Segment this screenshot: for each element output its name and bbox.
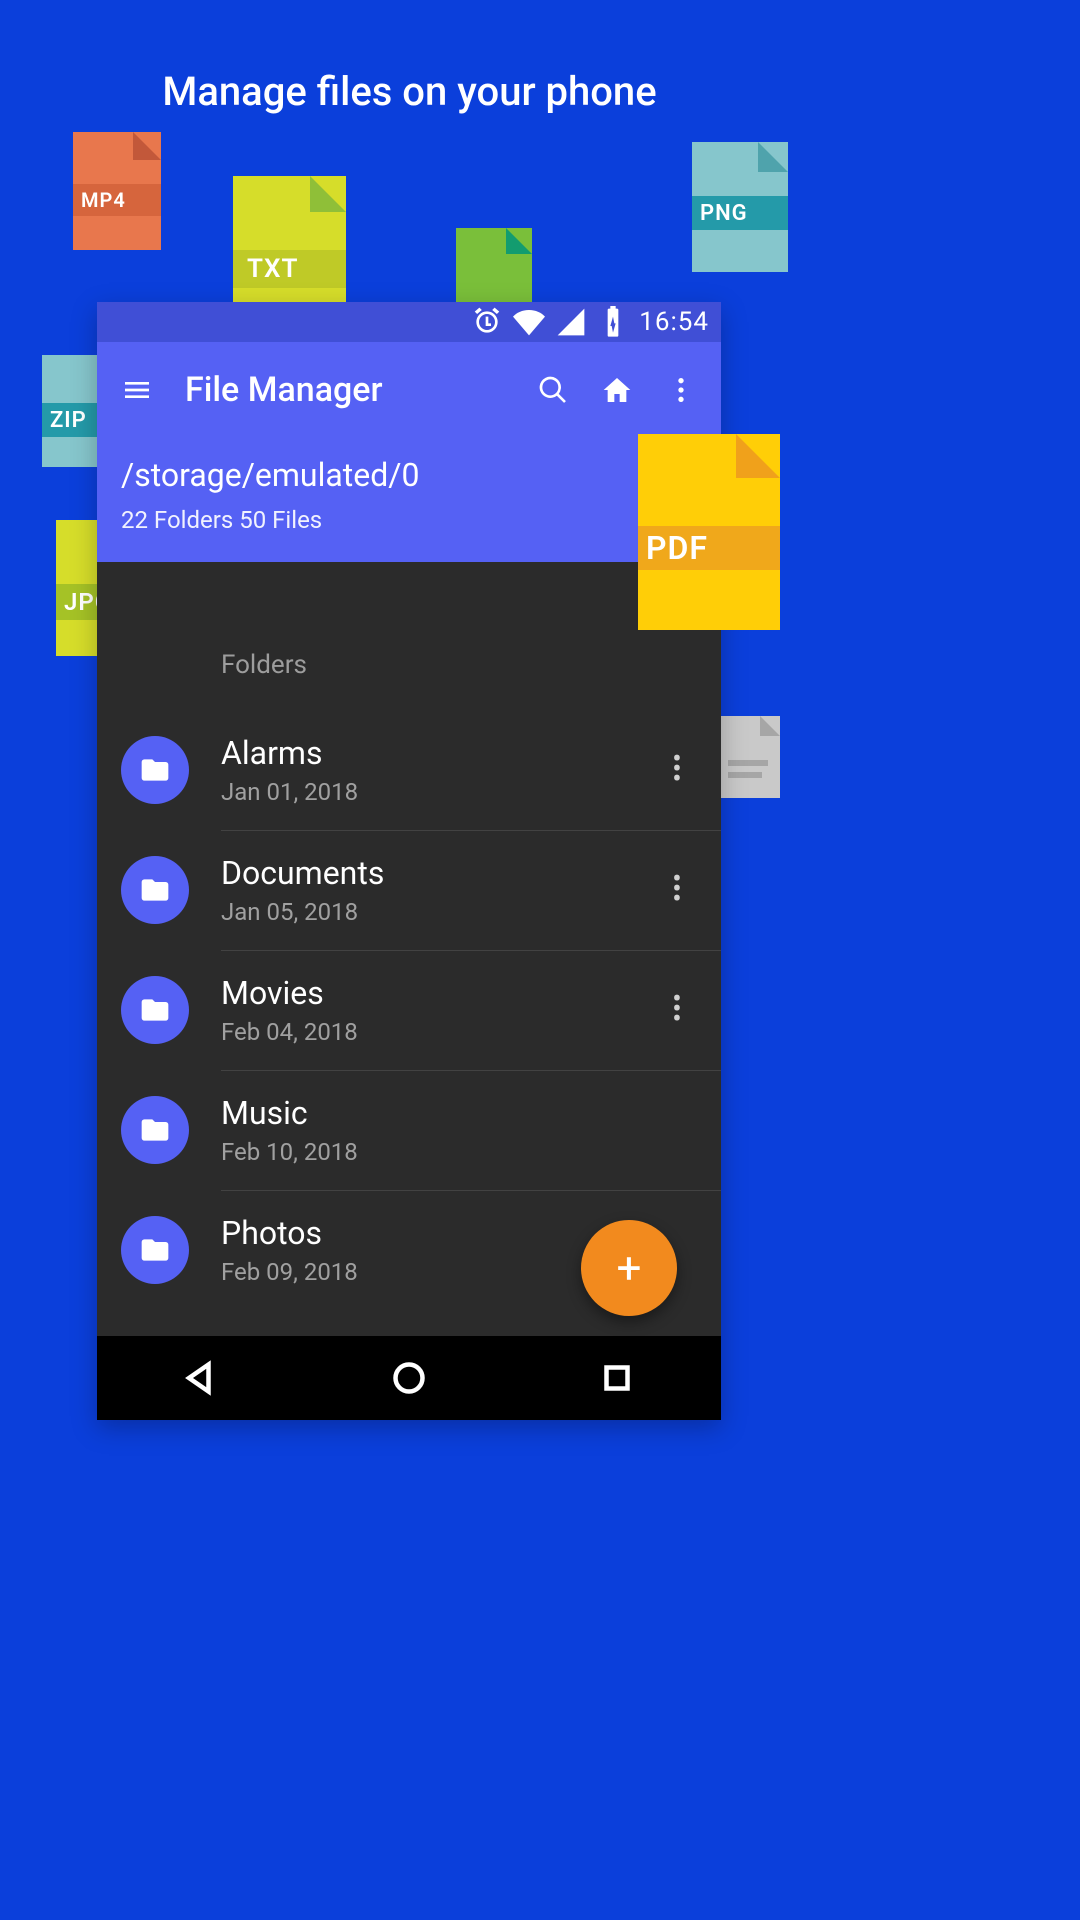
file-badge-label: PNG — [692, 196, 788, 230]
folder-row[interactable]: Alarms Jan 01, 2018 ••• — [97, 710, 721, 830]
file-badge-mp4: MP4 — [73, 132, 161, 250]
folder-icon — [121, 856, 189, 924]
nav-back-icon[interactable] — [183, 1360, 219, 1396]
file-badge-png: PNG — [692, 142, 788, 272]
hamburger-icon[interactable] — [121, 374, 153, 406]
folder-stats: 22 Folders 50 Files — [121, 500, 697, 562]
folder-date: Jan 05, 2018 — [221, 898, 657, 926]
app-title: File Manager — [185, 370, 505, 410]
overflow-menu-icon[interactable] — [665, 374, 697, 406]
file-badge-label: PDF — [638, 526, 780, 570]
file-badge-generic-grey — [718, 716, 780, 798]
folder-name: Music — [221, 1094, 657, 1132]
nav-recent-icon[interactable] — [599, 1360, 635, 1396]
folder-row[interactable]: Documents Jan 05, 2018 ••• — [97, 830, 721, 950]
promo-headline: Manage files on your phone — [0, 68, 819, 115]
folder-row[interactable]: Movies Feb 04, 2018 ••• — [97, 950, 721, 1070]
android-status-bar: 16:54 — [97, 302, 721, 342]
device-frame: 16:54 File Manager /storage/emulated/0 2… — [97, 302, 721, 1420]
home-icon[interactable] — [601, 374, 633, 406]
cellular-icon — [555, 306, 587, 338]
row-overflow-icon[interactable]: ••• — [657, 875, 697, 905]
wifi-icon — [513, 306, 545, 338]
file-badge-label: MP4 — [73, 184, 161, 216]
file-badge-label: TXT — [233, 250, 346, 288]
current-path: /storage/emulated/0 — [121, 438, 697, 500]
plus-icon: + — [617, 1242, 642, 1294]
alarm-icon — [471, 306, 503, 338]
folder-name: Alarms — [221, 734, 657, 772]
app-bar: File Manager /storage/emulated/0 22 Fold… — [97, 342, 721, 562]
folder-icon — [121, 736, 189, 804]
status-time: 16:54 — [639, 307, 709, 337]
folder-date: Feb 04, 2018 — [221, 1018, 657, 1046]
folder-icon — [121, 1096, 189, 1164]
row-overflow-icon[interactable]: ••• — [657, 995, 697, 1025]
file-badge-pdf: PDF — [638, 434, 780, 630]
folder-date: Jan 01, 2018 — [221, 778, 657, 806]
battery-charging-icon — [597, 306, 629, 338]
row-overflow-icon[interactable]: ••• — [657, 755, 697, 785]
folder-name: Documents — [221, 854, 657, 892]
android-nav-bar — [97, 1336, 721, 1420]
folder-name: Movies — [221, 974, 657, 1012]
folder-row[interactable]: Music Feb 10, 2018 ••• — [97, 1070, 721, 1190]
fab-add-button[interactable]: + — [581, 1220, 677, 1316]
folder-date: Feb 10, 2018 — [221, 1138, 657, 1166]
folder-icon — [121, 1216, 189, 1284]
nav-home-icon[interactable] — [391, 1360, 427, 1396]
file-list: Folders Alarms Jan 01, 2018 ••• Document… — [97, 562, 721, 1336]
folder-icon — [121, 976, 189, 1044]
search-icon[interactable] — [537, 374, 569, 406]
section-header-folders: Folders — [97, 562, 721, 710]
